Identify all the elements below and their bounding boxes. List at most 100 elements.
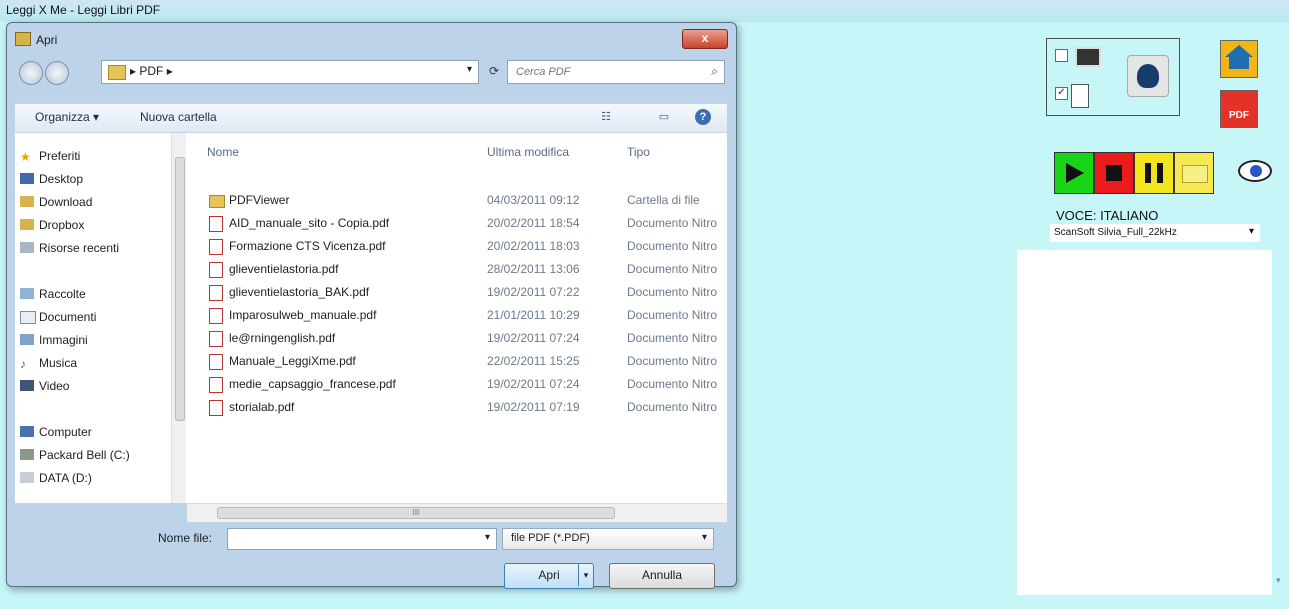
text-display-area[interactable] — [1017, 250, 1272, 595]
file-name: storialab.pdf — [229, 400, 295, 414]
sidebar-item-download[interactable]: Download — [20, 195, 92, 209]
file-date: 22/02/2011 15:25 — [487, 354, 580, 368]
pdf-file-icon — [209, 308, 223, 324]
navigation-pane: ★ Preferiti Desktop Download Dropbox Riso… — [15, 133, 188, 503]
dialog-title-text: Apri — [36, 33, 58, 47]
filename-input[interactable] — [230, 530, 484, 548]
voice-label: VOCE: ITALIANO — [1056, 208, 1159, 223]
open-dialog: Apri x ▸ PDF ▸ ▾ ⟳ ⌕ Organizza ▾ Nuova c… — [6, 22, 737, 589]
file-row[interactable]: Imparosulweb_manuale.pdf 21/01/2011 10:29… — [187, 304, 727, 326]
sidebar-item-dropbox[interactable]: Dropbox — [20, 218, 84, 232]
file-row[interactable]: storialab.pdf 19/02/2011 07:19 Documento N… — [187, 396, 727, 418]
column-header-modified[interactable]: Ultima modifica — [487, 145, 569, 159]
file-date: 20/02/2011 18:54 — [487, 216, 580, 230]
file-row[interactable]: medie_capsaggio_francese.pdf 19/02/2011 0… — [187, 373, 727, 395]
file-type: Documento Nitro — [627, 262, 718, 276]
open-split-icon[interactable]: ▾ — [578, 564, 593, 586]
file-type: Cartella di file — [627, 193, 700, 207]
star-icon: ★ — [20, 150, 31, 164]
file-type: Documento Nitro — [627, 400, 718, 414]
scroll-arrow-icon[interactable]: ▾ — [1276, 575, 1281, 586]
path-dropdown-icon[interactable]: ▾ — [467, 64, 472, 75]
folder-icon — [108, 65, 126, 80]
document-checkbox[interactable]: ✓ — [1055, 87, 1068, 100]
open-folder-button[interactable] — [1174, 152, 1214, 194]
filetype-select[interactable]: file PDF (*.PDF) ▾ — [502, 528, 714, 550]
camera-checkbox[interactable] — [1055, 49, 1068, 62]
file-name: le@rningenglish.pdf — [229, 331, 336, 345]
file-type: Documento Nitro — [627, 377, 718, 391]
file-name: medie_capsaggio_francese.pdf — [229, 377, 396, 391]
path-box[interactable]: ▸ PDF ▸ ▾ — [101, 60, 479, 84]
organize-button[interactable]: Organizza ▾ — [35, 110, 99, 124]
media-controls — [1054, 152, 1216, 194]
new-folder-button[interactable]: Nuova cartella — [140, 110, 217, 124]
file-name: glieventielastoria.pdf — [229, 262, 339, 276]
search-input[interactable] — [514, 63, 698, 81]
file-type: Documento Nitro — [627, 239, 718, 253]
file-row[interactable]: Formazione CTS Vicenza.pdf 20/02/2011 18:… — [187, 235, 727, 257]
folder-icon — [209, 195, 225, 208]
pdf-file-icon — [209, 262, 223, 278]
pdf-export-button[interactable]: PDF — [1220, 90, 1258, 128]
recent-icon — [20, 242, 34, 253]
sidebar-item-documenti[interactable]: Documenti — [20, 310, 96, 324]
file-row[interactable]: Manuale_LeggiXme.pdf 22/02/2011 15:25 Docu… — [187, 350, 727, 372]
sidebar-item-desktop[interactable]: Desktop — [20, 172, 83, 186]
column-header-name[interactable]: Nome — [207, 145, 239, 159]
play-button[interactable] — [1054, 152, 1094, 194]
chevron-down-icon[interactable]: ▾ — [1249, 226, 1254, 237]
file-row[interactable]: glieventielastoria.pdf 28/02/2011 13:06 Do… — [187, 258, 727, 280]
document-icon — [1071, 84, 1089, 108]
sidebar-item-musica[interactable]: ♪ Musica — [20, 356, 77, 371]
sidebar-item-preferiti[interactable]: ★ Preferiti — [20, 149, 80, 164]
search-icon[interactable]: ⌕ — [711, 64, 718, 79]
file-row[interactable]: glieventielastoria_BAK.pdf 19/02/2011 07:… — [187, 281, 727, 303]
file-list: Nome Ultima modifica Tipo PDFViewer 04/03… — [187, 133, 727, 503]
speaker-icon[interactable] — [1127, 55, 1169, 97]
file-type: Documento Nitro — [627, 285, 718, 299]
file-type: Documento Nitro — [627, 308, 718, 322]
pause-button[interactable] — [1134, 152, 1174, 194]
scrollbar-thumb[interactable] — [175, 157, 185, 421]
sidebar-item-drive-c[interactable]: Packard Bell (C:) — [20, 448, 130, 462]
scrollbar-thumb[interactable]: III — [217, 507, 615, 519]
file-date: 20/02/2011 18:03 — [487, 239, 580, 253]
file-list-hscrollbar[interactable]: III — [187, 503, 727, 522]
pdf-file-icon — [209, 331, 223, 347]
file-row[interactable]: PDFViewer 04/03/2011 09:12 Cartella di fil… — [187, 189, 727, 211]
column-header-type[interactable]: Tipo — [627, 145, 650, 159]
file-name: AID_manuale_sito - Copia.pdf — [229, 216, 390, 230]
sidebar-item-immagini[interactable]: Immagini — [20, 333, 88, 347]
pdf-file-icon — [209, 354, 223, 370]
eye-icon[interactable] — [1236, 152, 1272, 188]
file-row[interactable]: AID_manuale_sito - Copia.pdf 20/02/2011 1… — [187, 212, 727, 234]
chevron-down-icon[interactable]: ▾ — [702, 532, 707, 543]
sidebar-item-risorse-recenti[interactable]: Risorse recenti — [20, 241, 119, 255]
file-row[interactable]: le@rningenglish.pdf 19/02/2011 07:24 Docum… — [187, 327, 727, 349]
refresh-icon[interactable]: ⟳ — [483, 60, 505, 82]
home-button[interactable] — [1220, 40, 1258, 78]
cancel-button[interactable]: Annulla — [609, 563, 715, 589]
file-type: Documento Nitro — [627, 216, 718, 230]
file-name: Manuale_LeggiXme.pdf — [229, 354, 356, 368]
file-type: Documento Nitro — [627, 331, 718, 345]
desktop-icon — [20, 173, 34, 184]
sidebar-item-video[interactable]: Video — [20, 379, 69, 393]
stop-button[interactable] — [1094, 152, 1134, 194]
view-options-icon[interactable]: ☷ — [598, 109, 614, 125]
sidebar-scrollbar[interactable] — [171, 133, 186, 503]
sidebar-item-computer[interactable]: Computer — [20, 425, 92, 439]
close-button[interactable]: x — [682, 29, 728, 49]
preview-pane-icon[interactable]: ▭ — [656, 109, 672, 125]
open-button[interactable]: Apri ▾ — [504, 563, 594, 589]
sidebar-item-raccolte[interactable]: Raccolte — [20, 287, 86, 301]
forward-button[interactable] — [45, 61, 69, 85]
help-icon[interactable]: ? — [695, 109, 711, 125]
sidebar-item-drive-d[interactable]: DATA (D:) — [20, 471, 92, 485]
back-button[interactable] — [19, 61, 43, 85]
app-title: Leggi X Me - Leggi Libri PDF — [6, 3, 161, 17]
address-bar: ▸ PDF ▸ ▾ ⟳ ⌕ — [15, 57, 727, 87]
chevron-down-icon[interactable]: ▾ — [485, 532, 490, 543]
voice-select[interactable]: ScanSoft Silvia_Full_22kHz ▾ — [1050, 224, 1260, 242]
